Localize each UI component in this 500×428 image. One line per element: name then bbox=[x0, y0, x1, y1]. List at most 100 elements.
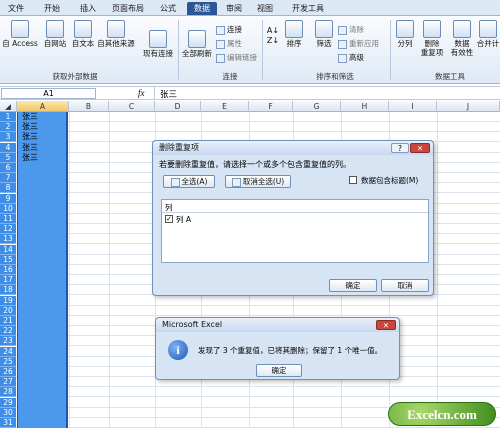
row-header[interactable]: 26 bbox=[0, 367, 16, 377]
from-access-button[interactable]: 自 Access bbox=[2, 20, 38, 48]
close-icon[interactable]: ✕ bbox=[410, 143, 430, 153]
message-ok-button[interactable]: 确定 bbox=[256, 364, 302, 377]
tab-view[interactable]: 视图 bbox=[253, 2, 277, 15]
tab-page-layout[interactable]: 页面布局 bbox=[108, 2, 148, 15]
tab-home[interactable]: 开始 bbox=[40, 2, 64, 15]
select-all-corner[interactable]: ◢ bbox=[0, 101, 17, 112]
table-row bbox=[16, 296, 500, 306]
column-header-f[interactable]: F bbox=[249, 101, 293, 112]
row-header[interactable]: 15 bbox=[0, 254, 16, 265]
reapply-button[interactable]: 重新应用 bbox=[338, 38, 379, 49]
row-header[interactable]: 6 bbox=[0, 163, 16, 173]
row-header[interactable]: 24 bbox=[0, 346, 16, 357]
data-validation-button[interactable]: 数据 有效性 bbox=[448, 20, 476, 57]
row-header[interactable]: 3 bbox=[0, 132, 16, 143]
row-header[interactable]: 20 bbox=[0, 305, 16, 316]
column-header-b[interactable]: B bbox=[69, 101, 109, 112]
row-header[interactable]: 16 bbox=[0, 265, 16, 275]
close-icon[interactable]: ✕ bbox=[376, 320, 396, 330]
header-checkbox-label: 数据包含标题(M) bbox=[361, 176, 419, 185]
cell-a4[interactable]: 张三 bbox=[22, 143, 38, 153]
cell-a3[interactable]: 张三 bbox=[22, 132, 38, 142]
row-header[interactable]: 9 bbox=[0, 193, 16, 204]
row-header[interactable]: 5 bbox=[0, 152, 16, 163]
cell-a2[interactable]: 张三 bbox=[22, 122, 38, 132]
properties-icon bbox=[216, 39, 225, 49]
help-button[interactable]: ? bbox=[391, 143, 409, 153]
properties-label: 属性 bbox=[227, 39, 242, 48]
remove-duplicates-button[interactable]: 删除 重复项 bbox=[418, 20, 446, 57]
row-header[interactable]: 23 bbox=[0, 336, 16, 347]
row-header[interactable]: 11 bbox=[0, 214, 16, 224]
data-validation-icon bbox=[453, 20, 471, 38]
row-header[interactable]: 31 bbox=[0, 418, 16, 428]
row-header[interactable]: 4 bbox=[0, 142, 16, 153]
text-to-columns-button[interactable]: 分列 bbox=[392, 20, 418, 48]
row-header[interactable]: 30 bbox=[0, 407, 16, 418]
cell-a5[interactable]: 张三 bbox=[22, 153, 38, 163]
row-header[interactable]: 1 bbox=[0, 112, 16, 122]
table-row bbox=[16, 112, 500, 122]
name-box[interactable]: A1 bbox=[1, 88, 96, 99]
row-header[interactable]: 21 bbox=[0, 316, 16, 326]
row-header[interactable]: 28 bbox=[0, 387, 16, 398]
existing-connections-button[interactable]: 现有连接 bbox=[140, 30, 176, 58]
row-header[interactable]: 7 bbox=[0, 173, 16, 184]
tab-data[interactable]: 数据 bbox=[187, 2, 217, 15]
row-header[interactable]: 2 bbox=[0, 122, 16, 133]
from-other-button[interactable]: 自其他来源 bbox=[96, 20, 136, 48]
other-sources-icon bbox=[107, 20, 125, 38]
row-header[interactable]: 29 bbox=[0, 397, 16, 408]
properties-button[interactable]: 属性 bbox=[216, 38, 242, 49]
from-text-button[interactable]: 自文本 bbox=[70, 20, 96, 48]
unselect-all-button[interactable]: 取消全选(U) bbox=[225, 175, 291, 188]
column-header-j[interactable]: J bbox=[437, 101, 500, 112]
ok-button[interactable]: 确定 bbox=[329, 279, 377, 292]
advanced-button[interactable]: 高级 bbox=[338, 52, 364, 63]
row-header[interactable]: 8 bbox=[0, 183, 16, 194]
row-header[interactable]: 19 bbox=[0, 295, 16, 306]
from-web-button[interactable]: 自网站 bbox=[40, 20, 70, 48]
edit-links-button[interactable]: 编辑链接 bbox=[216, 52, 257, 63]
row-header[interactable]: 25 bbox=[0, 356, 16, 367]
column-header-c[interactable]: C bbox=[109, 101, 155, 112]
connections-button[interactable]: 连接 bbox=[216, 24, 242, 35]
tab-file[interactable]: 文件 bbox=[4, 2, 28, 15]
tab-developer[interactable]: 开发工具 bbox=[288, 2, 328, 15]
sort-az-button[interactable]: A↓ Z↓ bbox=[266, 26, 280, 46]
column-header-i[interactable]: I bbox=[389, 101, 437, 112]
header-checkbox[interactable] bbox=[349, 176, 357, 184]
row-header[interactable]: 22 bbox=[0, 326, 16, 337]
row-header[interactable]: 12 bbox=[0, 224, 16, 235]
column-header-d[interactable]: D bbox=[155, 101, 201, 112]
cell-a1[interactable]: 张三 bbox=[22, 112, 38, 122]
column-header-e[interactable]: E bbox=[201, 101, 249, 112]
column-header-a[interactable]: A bbox=[17, 101, 69, 112]
row-header[interactable]: 18 bbox=[0, 285, 16, 296]
formula-input[interactable]: 张三 bbox=[160, 88, 177, 100]
tab-insert[interactable]: 插入 bbox=[76, 2, 100, 15]
fx-icon[interactable]: fx bbox=[138, 88, 145, 98]
select-all-button[interactable]: 全选(A) bbox=[163, 175, 215, 188]
filter-button[interactable]: 筛选 bbox=[312, 20, 336, 48]
row-header[interactable]: 10 bbox=[0, 203, 16, 214]
column-header-g[interactable]: G bbox=[293, 101, 341, 112]
group-sort-label: 排序和筛选 bbox=[316, 72, 354, 81]
row-header[interactable]: 14 bbox=[0, 244, 16, 255]
connections-icon bbox=[216, 25, 225, 35]
tab-formulas[interactable]: 公式 bbox=[156, 2, 180, 15]
sort-button[interactable]: 排序 bbox=[282, 20, 306, 48]
column-header-h[interactable]: H bbox=[341, 101, 389, 112]
row-header[interactable]: 27 bbox=[0, 377, 16, 388]
consolidate-button[interactable]: 合并计 bbox=[476, 20, 500, 48]
sort-label: 排序 bbox=[286, 39, 302, 48]
row-header[interactable]: 13 bbox=[0, 234, 16, 245]
tab-review[interactable]: 审阅 bbox=[222, 2, 246, 15]
refresh-all-button[interactable]: 全部刷新 bbox=[180, 30, 214, 58]
existing-connections-icon bbox=[149, 30, 167, 48]
row-header[interactable]: 17 bbox=[0, 275, 16, 286]
consolidate-label: 合并计 bbox=[476, 39, 500, 48]
cancel-button[interactable]: 取消 bbox=[381, 279, 429, 292]
clear-button[interactable]: 清除 bbox=[338, 24, 364, 35]
column-a-checkbox[interactable]: ✓ bbox=[165, 215, 173, 223]
